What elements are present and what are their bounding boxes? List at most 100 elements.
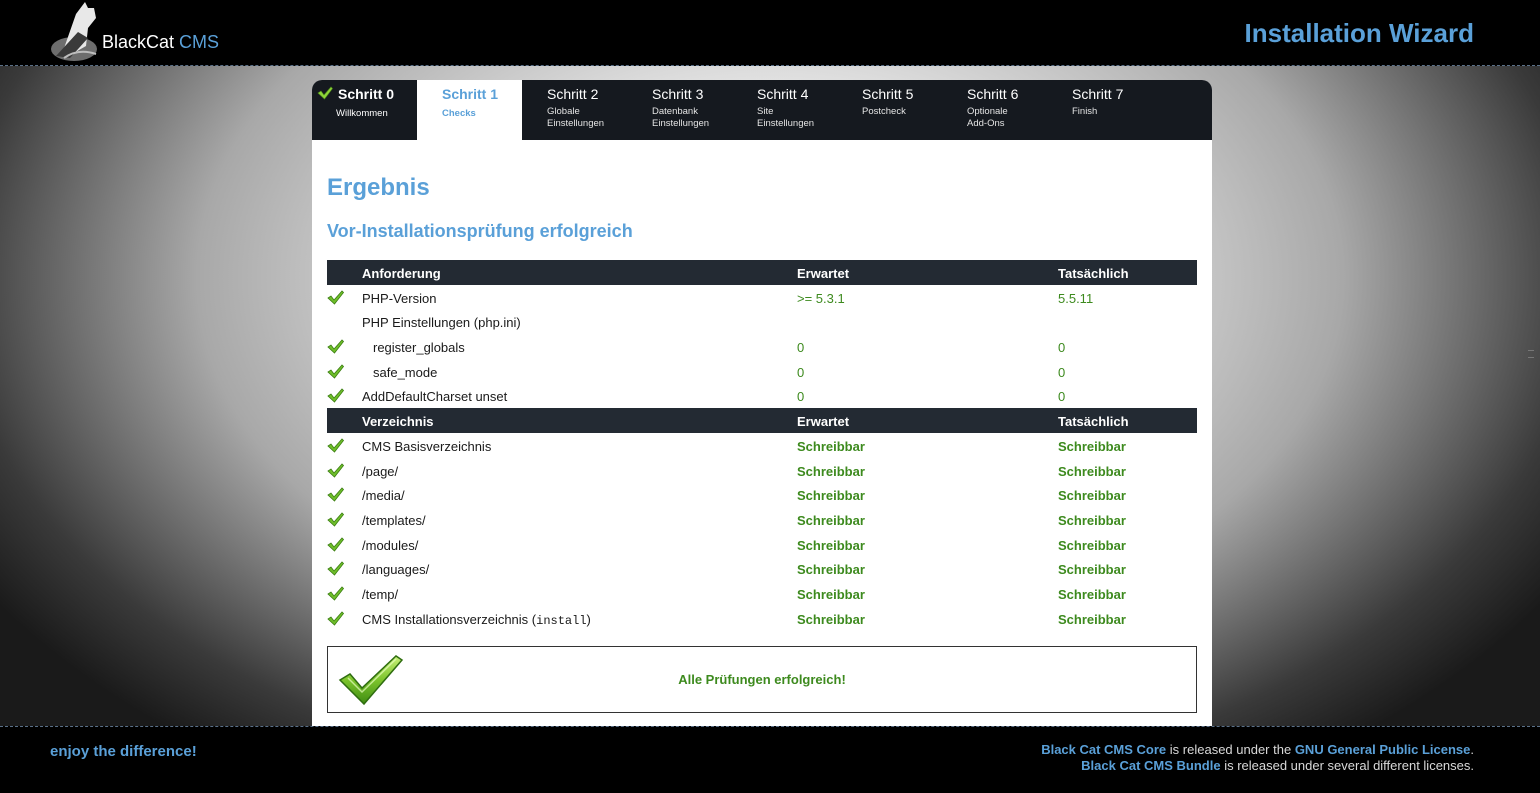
check-icon bbox=[327, 487, 345, 502]
result-message: Alle Prüfungen erfolgreich! bbox=[678, 672, 846, 687]
actual-value: 0 bbox=[1058, 340, 1066, 356]
tab-subtitle-line-1: Postcheck bbox=[862, 106, 906, 117]
check-icon bbox=[327, 438, 345, 453]
tab-subtitle: Site Einstellungen bbox=[757, 106, 814, 130]
tab-subtitle-line-2: Add-Ons bbox=[967, 118, 1005, 129]
directory-name-code: install bbox=[536, 613, 587, 628]
tab-subtitle-line-1: Datenbank bbox=[652, 106, 698, 117]
column-header-actual: Tatsächlich bbox=[1058, 266, 1129, 281]
actual-value: 0 bbox=[1058, 389, 1066, 405]
actual-value: 5.5.11 bbox=[1058, 290, 1094, 306]
actual-value: Schreibbar bbox=[1058, 611, 1126, 627]
footer-text-2: is released under several different lice… bbox=[1220, 758, 1474, 773]
wizard-title: Installation Wizard bbox=[1244, 18, 1474, 48]
check-icon bbox=[327, 462, 345, 478]
gpl-link[interactable]: GNU General Public License bbox=[1295, 742, 1471, 757]
directory-name: /media/ bbox=[362, 488, 405, 504]
table-row: PHP Einstellungen (php.ini) bbox=[327, 309, 1197, 334]
core-link[interactable]: Black Cat CMS Core bbox=[1041, 742, 1166, 757]
requirement-name: safe_mode bbox=[373, 364, 438, 380]
tab-title: Schritt 3 bbox=[652, 86, 704, 102]
actual-value: Schreibbar bbox=[1058, 562, 1126, 578]
directory-name: /templates/ bbox=[362, 512, 426, 528]
table-row: safe_mode 0 0 bbox=[327, 359, 1197, 384]
tab-step-2[interactable]: Schritt 2 Globale Einstellungen bbox=[522, 80, 627, 140]
table-row: /templates/Schreibbar Schreibbar bbox=[327, 507, 1197, 532]
expected-value: Schreibbar bbox=[797, 463, 865, 479]
page-footer: enjoy the difference! Black Cat CMS Core… bbox=[0, 726, 1540, 793]
check-icon bbox=[327, 561, 345, 576]
expected-value: Schreibbar bbox=[797, 512, 865, 528]
check-icon bbox=[327, 290, 345, 305]
tab-title: Schritt 1 bbox=[442, 86, 499, 102]
tab-subtitle: Checks bbox=[442, 108, 476, 120]
tab-title: Schritt 4 bbox=[757, 86, 809, 102]
footer-text-end: . bbox=[1470, 742, 1474, 757]
tab-subtitle-line-2: Einstellungen bbox=[652, 118, 710, 129]
table-row: register_globals 0 0 bbox=[327, 334, 1197, 359]
tab-step-3[interactable]: Schritt 3 Datenbank Einstellungen bbox=[627, 80, 732, 140]
expected-value: 0 bbox=[797, 389, 805, 405]
tab-subtitle: Postcheck bbox=[862, 106, 906, 118]
footer-tagline: enjoy the difference! bbox=[50, 743, 197, 760]
check-icon bbox=[327, 536, 345, 552]
expected-value: 0 bbox=[797, 364, 805, 380]
table-row: /languages/Schreibbar Schreibbar bbox=[327, 556, 1197, 581]
directory-name: /modules/ bbox=[362, 537, 419, 553]
column-header-name: Anforderung bbox=[362, 266, 441, 281]
table-row: CMS Installationsverzeichnis (install) Sc… bbox=[327, 606, 1197, 631]
tab-subtitle: Optionale Add-Ons bbox=[967, 106, 1008, 130]
column-header-expected: Erwartet bbox=[797, 266, 850, 281]
scroll-grip[interactable] bbox=[1528, 350, 1534, 358]
directory-name: /temp/ bbox=[362, 586, 399, 602]
footer-license: Black Cat CMS Core is released under the… bbox=[1041, 742, 1474, 774]
result-box: Alle Prüfungen erfolgreich! bbox=[327, 646, 1197, 713]
requirements-header-row: Anforderung Erwartet Tatsächlich bbox=[327, 260, 1197, 285]
actual-value: 0 bbox=[1058, 364, 1066, 380]
directories-header-row: Verzeichnis Erwartet Tatsächlich bbox=[327, 408, 1197, 433]
column-header-actual: Tatsächlich bbox=[1058, 414, 1129, 430]
table-row: /temp/Schreibbar Schreibbar bbox=[327, 581, 1197, 606]
directory-name-prefix: CMS Installationsverzeichnis ( bbox=[362, 611, 537, 627]
actual-value: Schreibbar bbox=[1058, 512, 1126, 528]
actual-value: Schreibbar bbox=[1058, 463, 1126, 479]
footer-line-1: Black Cat CMS Core is released under the… bbox=[1041, 742, 1474, 758]
tab-step-6[interactable]: Schritt 6 Optionale Add-Ons bbox=[942, 80, 1047, 140]
table-row: /media/Schreibbar Schreibbar bbox=[327, 482, 1197, 507]
tab-subtitle-line-2: Einstellungen bbox=[547, 118, 605, 129]
actual-value: Schreibbar bbox=[1058, 438, 1126, 454]
logo-cms: CMS bbox=[179, 32, 220, 52]
check-icon bbox=[327, 611, 345, 626]
tab-subtitle-line-1: Globale bbox=[547, 106, 580, 117]
table-row: /page/Schreibbar Schreibbar bbox=[327, 458, 1197, 483]
requirement-name: PHP-Version bbox=[362, 290, 437, 306]
directory-name: CMS Basisverzeichnis bbox=[362, 438, 492, 454]
wizard-panel: Schritt 0 Willkommen Schritt 1 Checks Schrit… bbox=[312, 80, 1212, 726]
column-header-name: Verzeichnis bbox=[362, 414, 434, 430]
expected-value: Schreibbar bbox=[797, 488, 865, 504]
footer-line-2: Black Cat CMS Bundle is released under s… bbox=[1041, 758, 1474, 774]
tab-step-5[interactable]: Schritt 5 Postcheck bbox=[837, 80, 942, 140]
actual-value: Schreibbar bbox=[1058, 586, 1126, 602]
requirement-name: AddDefaultCharset unset bbox=[362, 389, 508, 405]
tab-subtitle-line-1: Checks bbox=[442, 108, 476, 119]
page-subtitle: Vor-Installationsprüfung erfolgreich bbox=[327, 221, 633, 241]
page-header: BlackCat CMS Installation Wizard bbox=[0, 0, 1540, 66]
tab-step-1[interactable]: Schritt 1 Checks bbox=[417, 80, 522, 140]
tab-step-0[interactable]: Schritt 0 Willkommen bbox=[312, 80, 417, 140]
expected-value: Schreibbar bbox=[797, 562, 865, 578]
expected-value: >= 5.3.1 bbox=[797, 290, 845, 306]
table-row: /modules/Schreibbar Schreibbar bbox=[327, 532, 1197, 557]
directory-name: CMS Installationsverzeichnis (install) bbox=[362, 612, 591, 628]
bundle-link[interactable]: Black Cat CMS Bundle bbox=[1081, 758, 1220, 773]
directory-name-suffix: ) bbox=[586, 611, 591, 627]
tab-subtitle-line-1: Finish bbox=[1072, 106, 1098, 117]
requirement-name: register_globals bbox=[373, 340, 465, 356]
tab-subtitle-line-1: Site bbox=[757, 106, 774, 117]
tab-title: Schritt 2 bbox=[547, 86, 599, 102]
tab-step-7[interactable]: Schritt 7 Finish bbox=[1047, 80, 1152, 140]
tab-step-4[interactable]: Schritt 4 Site Einstellungen bbox=[732, 80, 837, 140]
expected-value: Schreibbar bbox=[797, 537, 865, 553]
actual-value: Schreibbar bbox=[1058, 488, 1126, 504]
black-cat-logo-icon bbox=[51, 2, 97, 61]
